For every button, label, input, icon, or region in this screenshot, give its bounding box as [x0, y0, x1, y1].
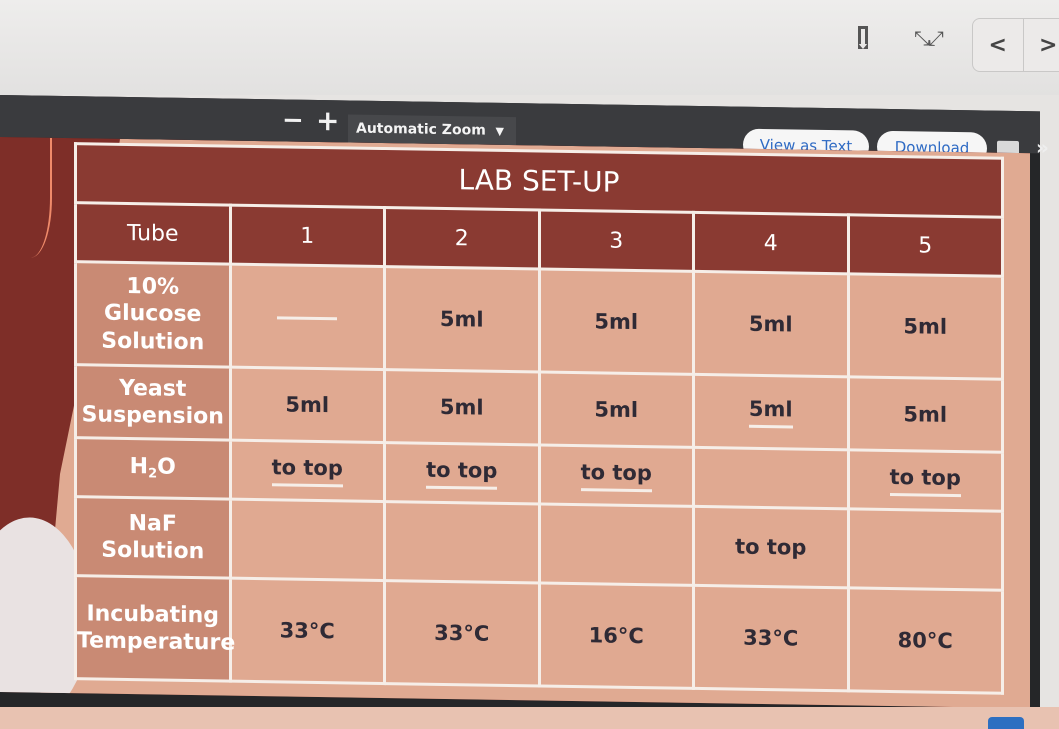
zoom-select-value: Automatic Zoom	[356, 120, 486, 139]
table-cell: to top	[230, 440, 385, 502]
slide-page: LAB SET-UP Tube 1 2 3 4 5 10% Glucose So…	[0, 137, 1030, 709]
header-tube: Tube	[75, 202, 230, 265]
zoom-out-button[interactable]: −	[282, 105, 304, 135]
table-row: 10% Glucose Solution 5ml 5ml 5ml 5ml	[75, 261, 1003, 380]
zoom-in-button[interactable]: +	[316, 104, 339, 137]
header-tube-5: 5	[848, 214, 1003, 277]
table-cell	[539, 503, 694, 586]
table-cell: 5ml	[384, 369, 539, 445]
table-cell: 5ml	[848, 376, 1003, 453]
lab-setup-table: LAB SET-UP Tube 1 2 3 4 5 10% Glucose So…	[74, 142, 1004, 695]
cell-text: to top	[271, 454, 343, 487]
back-button[interactable]: <	[973, 19, 1023, 71]
more-tools-button[interactable]: »	[1036, 135, 1049, 159]
table-cell: 80°C	[848, 587, 1003, 694]
table-cell: 33°C	[693, 585, 848, 691]
table-cell: 16°C	[539, 582, 694, 689]
header-tube-4: 4	[693, 212, 848, 274]
pdf-viewer: − + Automatic Zoom ▼ View as Text Downlo…	[0, 95, 1049, 724]
table-cell: 33°C	[384, 580, 539, 686]
table-cell	[693, 447, 848, 509]
table-cell	[384, 501, 539, 583]
forward-button[interactable]: >	[1022, 19, 1059, 71]
desk-background	[0, 707, 1059, 729]
bookmark-icon[interactable]	[858, 26, 868, 49]
table-cell	[230, 264, 385, 370]
table-row: Incubating Temperature 33°C 33°C 16°C 33…	[75, 575, 1003, 694]
row-label-glucose: 10% Glucose Solution	[75, 261, 230, 368]
taskbar-item	[988, 717, 1024, 729]
row-label-yeast: Yeast Suspension	[75, 364, 230, 441]
table-cell: 33°C	[230, 578, 385, 684]
header-tube-1: 1	[230, 205, 385, 267]
cell-text: to top	[889, 464, 961, 497]
table-cell: to top	[384, 442, 539, 504]
header-tube-2: 2	[384, 207, 539, 269]
label-part: O	[157, 454, 176, 481]
cell-text: 5ml	[748, 396, 793, 428]
zoom-select[interactable]: Automatic Zoom ▼	[348, 114, 516, 146]
table-cell: to top	[693, 506, 848, 588]
row-label-naf: NaF Solution	[75, 496, 230, 579]
table-cell: 5ml	[230, 367, 385, 443]
table-cell: to top	[848, 449, 1003, 512]
table-cell: 5ml	[384, 266, 539, 372]
table-cell	[848, 508, 1003, 591]
chevron-down-icon: ▼	[495, 124, 504, 138]
page-nav-group: < >	[972, 18, 1059, 72]
table-cell: 5ml	[539, 268, 694, 375]
table-row: NaF Solution to top	[75, 496, 1003, 591]
slide-decoration-line	[10, 137, 52, 258]
empty-dash	[277, 315, 338, 320]
label-part: H	[129, 454, 149, 480]
cell-text: to top	[580, 459, 652, 492]
table-cell: 5ml	[693, 271, 848, 377]
label-subscript: 2	[148, 466, 158, 482]
expand-icon[interactable]: ⤡⤢	[914, 26, 944, 50]
table-cell: 5ml	[848, 273, 1003, 380]
row-label-water: H2O	[75, 437, 230, 500]
browser-top-bar: ⤡⤢ < >	[0, 0, 1059, 95]
header-tube-3: 3	[539, 209, 694, 272]
cell-text: to top	[426, 457, 498, 490]
table-cell	[230, 499, 385, 581]
row-label-temperature: Incubating Temperature	[75, 575, 235, 682]
table-cell: 5ml	[539, 371, 694, 448]
table-cell: 5ml	[693, 374, 848, 450]
table-cell: to top	[539, 444, 694, 507]
